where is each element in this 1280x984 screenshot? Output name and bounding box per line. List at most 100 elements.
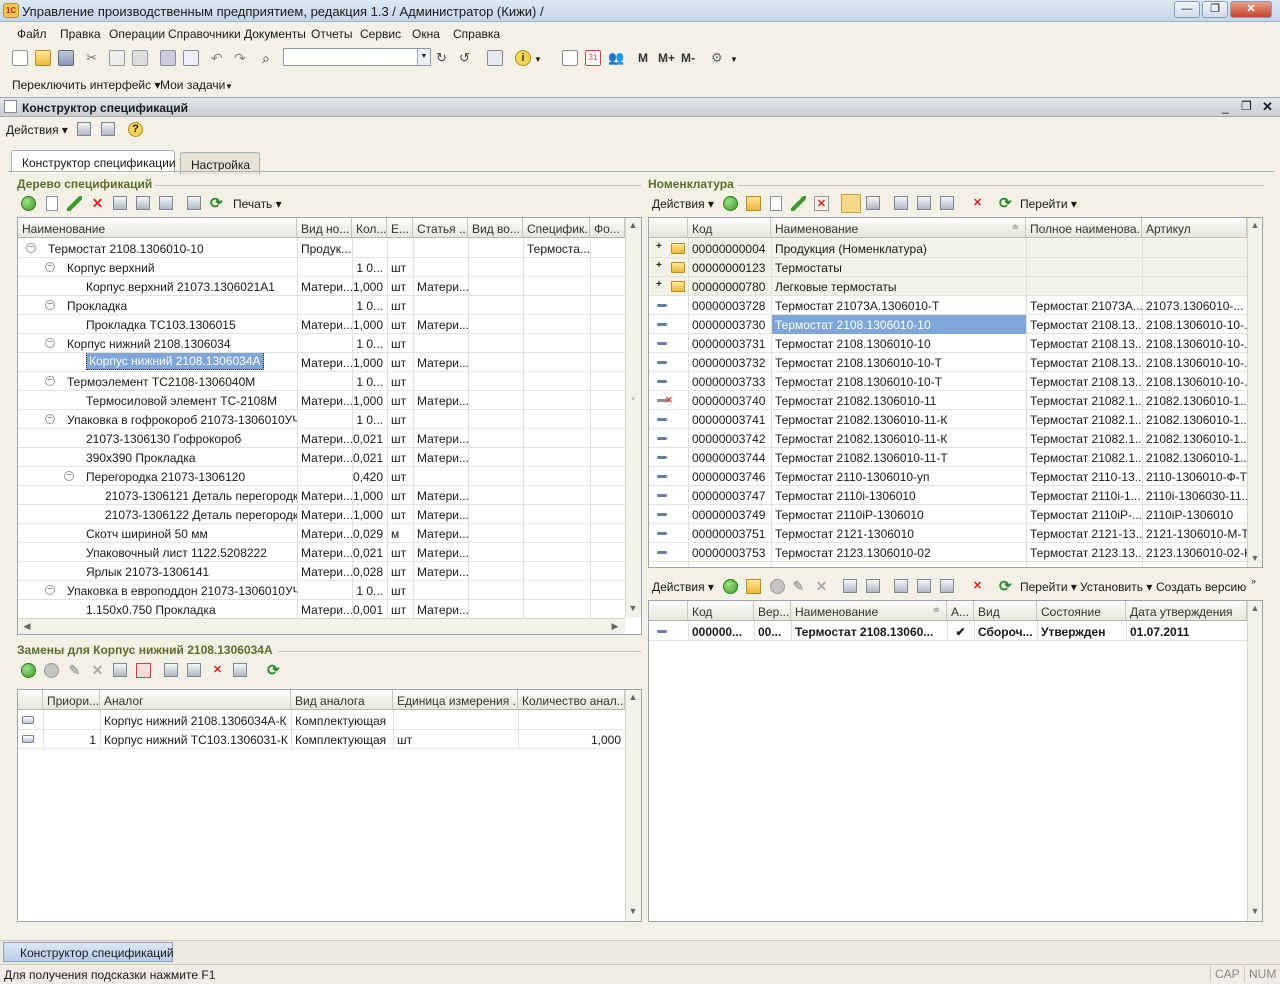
print-menu[interactable]: Печать ▾	[233, 197, 282, 211]
selected-tree-item[interactable]: Корпус нижний 2108.1306034А	[86, 353, 264, 370]
clear-filter-icon[interactable]: ✕	[970, 196, 985, 211]
add-icon[interactable]	[723, 579, 738, 594]
table-row[interactable]: 00000003751 Термостат 2121-1306010 Термост…	[649, 524, 1247, 543]
table-row[interactable]: 00000003733 Термостат 2108.1306010-10-Т Те…	[649, 372, 1247, 391]
menu-help[interactable]: Справка	[453, 27, 500, 41]
col-header-name[interactable]: Наименование ≐	[771, 218, 1026, 238]
table-row[interactable]: 1 Корпус нижний ТС103.1306031-К Комплектую…	[18, 730, 625, 749]
add-icon[interactable]	[21, 196, 36, 211]
table-row[interactable]: 00000003731 Термостат 2108.1306010-10 Терм…	[649, 334, 1247, 353]
scroll-thumb[interactable]: ▫	[626, 393, 640, 403]
add-icon[interactable]	[21, 663, 36, 678]
col-header-analog-qty[interactable]: Количество анал...	[518, 690, 625, 710]
table-row[interactable]: − Термоэлемент ТС2108-1306040М 1 0... шт	[18, 372, 625, 391]
collapse-node-icon[interactable]: −	[45, 300, 55, 310]
tree-vscroll[interactable]: ▲ ▫ ▼	[625, 218, 641, 618]
table-row[interactable]: 21073-1306121 Деталь перегородки Матери..…	[18, 486, 625, 505]
filter-by-value-icon[interactable]	[917, 579, 931, 593]
col-header-priority[interactable]: Приори...	[43, 690, 100, 710]
copy-row-icon[interactable]	[44, 663, 59, 678]
table-row[interactable]: 00000003746 Термостат 2110-1306010-уп Терм…	[649, 467, 1247, 486]
cut-icon[interactable]: ✂	[86, 50, 102, 66]
level-up-icon[interactable]	[866, 196, 880, 210]
minimize-button[interactable]: —	[1174, 1, 1200, 18]
col-header-article[interactable]: Артикул	[1142, 218, 1247, 238]
redo-icon[interactable]: ↷	[234, 50, 250, 66]
hierarchy-view-icon[interactable]	[843, 579, 857, 593]
versions-table[interactable]: Код Вер... Наименование ≐ А... Вид Состоя…	[648, 600, 1263, 922]
copy-icon[interactable]	[109, 50, 125, 66]
filter-history-icon[interactable]	[940, 196, 954, 210]
form-actions-menu[interactable]: Действия ▾	[6, 123, 68, 137]
col-header-name[interactable]: Наименование ≐	[791, 601, 947, 621]
filter-history-icon[interactable]	[233, 663, 247, 677]
col-header-kind[interactable]: Вид	[974, 601, 1037, 621]
table-row[interactable]: Ярлык 21073-1306141 Матери... 0,028 шт Матер…	[18, 562, 625, 581]
collapse-node-icon[interactable]: −	[45, 585, 55, 595]
edit-icon[interactable]	[67, 196, 82, 211]
new-document-icon[interactable]	[12, 50, 28, 66]
refresh-icon[interactable]: ⟳	[267, 663, 282, 678]
level-up-icon[interactable]	[866, 579, 880, 593]
table-row[interactable]: 21073-1306130 Гофрокороб Матери... 0,021 шт…	[18, 429, 625, 448]
my-tasks-button[interactable]: Мои задачи	[160, 78, 225, 92]
versions-actions-menu[interactable]: Действия ▾	[652, 580, 714, 594]
tab-constructor[interactable]: Конструктор спецификации	[11, 150, 176, 173]
clear-filter-icon[interactable]: ✕	[970, 579, 985, 594]
close-window-button[interactable]: ✕	[1230, 1, 1272, 18]
filter-icon[interactable]	[894, 579, 908, 593]
col-header-form[interactable]: Фо...	[590, 218, 625, 238]
table-row[interactable]: − Прокладка 1 0... шт	[18, 296, 625, 315]
table-row[interactable]: Корпус нижний 2108.1306034А-К Комплектующ…	[18, 711, 625, 730]
table-row[interactable]: − Корпус нижний 2108.1306034 1 0... шт	[18, 334, 625, 353]
help-icon[interactable]: ?	[128, 122, 143, 137]
table-row[interactable]: 1.150х0.750 Прокладка Матери... 0,001 шт Мат…	[18, 600, 625, 619]
edit-icon[interactable]: ✎	[67, 663, 82, 678]
table-row[interactable]: 00000003741 Термостат 21082.1306010-11-К Т…	[649, 410, 1247, 429]
collapse-node-icon[interactable]: −	[45, 262, 55, 272]
find-previous-icon[interactable]: ↺	[459, 50, 475, 66]
save-icon[interactable]	[58, 50, 74, 66]
table-row[interactable]: Прокладка ТС103.1306015 Матери... 1,000 шт М…	[18, 315, 625, 334]
copy-row-icon[interactable]	[46, 196, 58, 211]
switch-interface-button[interactable]: Переключить интерфейс ▾	[12, 78, 160, 92]
expand-group-icon[interactable]: +	[656, 241, 662, 252]
chevron-down-icon[interactable]: ▼	[417, 49, 430, 65]
scroll-right-icon[interactable]: ▶	[608, 621, 622, 632]
col-header-spec[interactable]: Специфик...	[523, 218, 590, 238]
menu-operations[interactable]: Операции	[109, 27, 165, 41]
undo-icon[interactable]: ↶	[211, 50, 227, 66]
refresh-icon[interactable]: ⟳	[210, 196, 225, 211]
delete-icon[interactable]: ✕	[814, 196, 829, 211]
table-row[interactable]: Термосиловой элемент ТС-2108М Матери... 1,…	[18, 391, 625, 410]
table-row[interactable]: 000000... 00... Термостат 2108.13060... ✔ Сб…	[649, 622, 1247, 641]
settings-icon[interactable]: ⚙	[711, 50, 727, 66]
table-row[interactable]: 00000003747 Термостат 2110і-1306010 Термос…	[649, 486, 1247, 505]
chevron-down-icon[interactable]: ▼	[730, 50, 746, 66]
add-icon[interactable]	[723, 196, 738, 211]
col-header-unit[interactable]: Е...	[387, 218, 413, 238]
scroll-left-icon[interactable]: ◀	[20, 621, 34, 632]
col-header-code[interactable]: Код	[688, 218, 771, 238]
no-filter-icon[interactable]	[136, 663, 151, 678]
taskbar-item-constructor[interactable]: Конструктор спецификаций	[3, 942, 174, 962]
versions-vscroll[interactable]: ▲ ▼	[1247, 601, 1262, 921]
more-icon[interactable]: »	[1251, 576, 1256, 586]
memory-button[interactable]: M	[638, 51, 648, 65]
table-row[interactable]: 00000003730 Термостат 2108.1306010-10 Терм…	[649, 315, 1247, 334]
create-version-button[interactable]: Создать версию	[1156, 580, 1246, 594]
print-icon[interactable]	[160, 50, 176, 66]
calculator-icon[interactable]	[562, 50, 578, 66]
col-header-analog[interactable]: Аналог	[100, 690, 291, 710]
open-folder-icon[interactable]	[35, 50, 51, 66]
filter-history-icon[interactable]	[940, 579, 954, 593]
col-header-article[interactable]: Статья ...	[413, 218, 468, 238]
scroll-down-icon[interactable]: ▼	[1248, 553, 1262, 563]
table-row[interactable]: ✕ 00000003740 Термостат 21082.1306010-11 Те…	[649, 391, 1247, 410]
delete-icon[interactable]: ✕	[90, 196, 105, 211]
scroll-up-icon[interactable]: ▲	[626, 220, 640, 230]
clear-filter-icon[interactable]: ✕	[210, 663, 225, 678]
table-row[interactable]: − Корпус верхний 1 0... шт	[18, 258, 625, 277]
new-window-icon[interactable]	[487, 50, 503, 66]
structure-icon[interactable]	[77, 122, 91, 136]
